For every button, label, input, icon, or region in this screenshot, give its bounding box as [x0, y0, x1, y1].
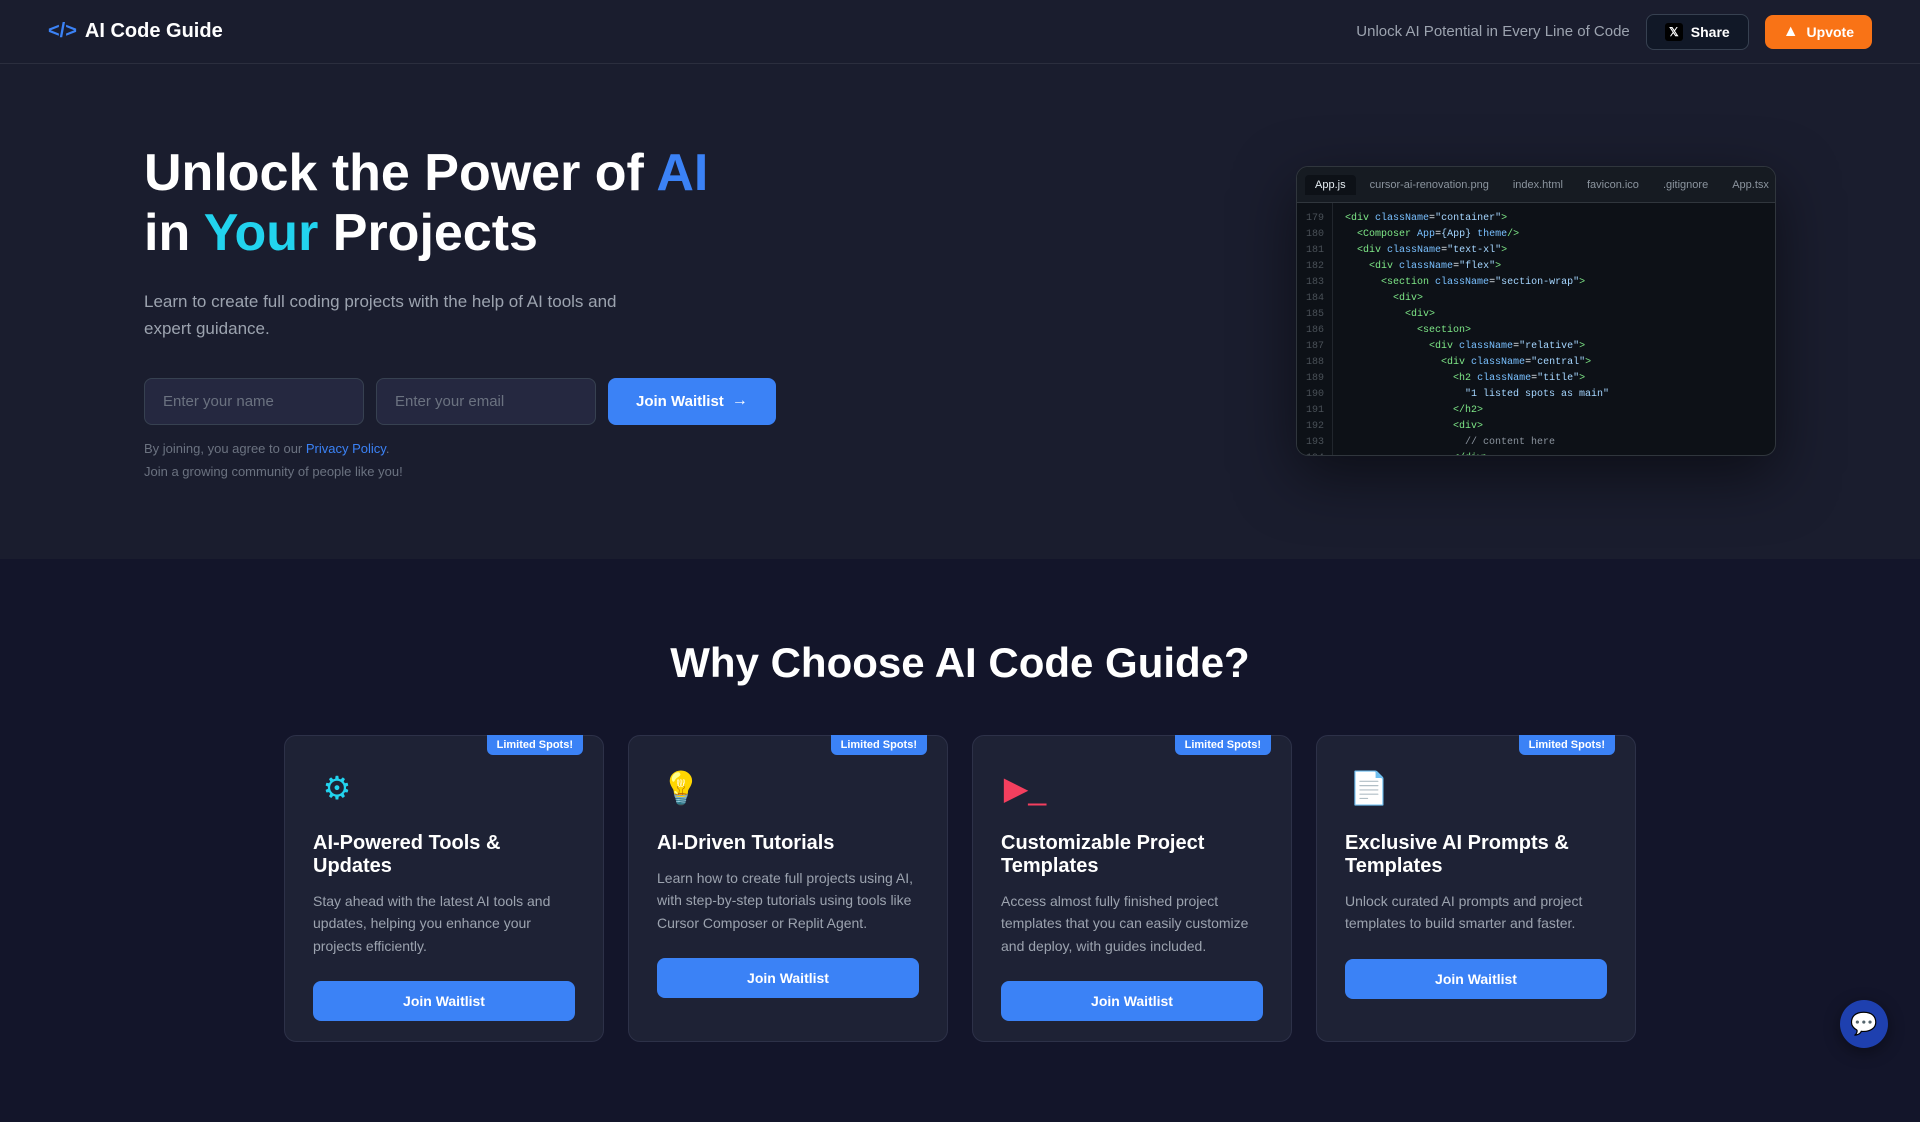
card-title-2: AI-Driven Tutorials: [657, 832, 919, 855]
logo-text: AI Code Guide: [85, 20, 223, 43]
hero-title-prefix: Unlock the Power of: [144, 144, 656, 202]
share-label: Share: [1691, 24, 1730, 40]
hero-left: Unlock the Power of AI in Your Projects …: [144, 144, 744, 479]
code-tab-favicon[interactable]: favicon.ico: [1577, 175, 1649, 195]
code-window: App.js cursor-ai-renovation.png index.ht…: [1296, 166, 1776, 456]
privacy-suffix: .: [386, 441, 390, 456]
hero-title-mid: in: [144, 204, 204, 262]
terminal-icon: ▶_: [1004, 769, 1046, 807]
x-icon: 𝕏: [1665, 23, 1683, 41]
hero-title-suffix: Projects: [318, 204, 538, 262]
card-badge-1: Limited Spots!: [487, 735, 583, 755]
hero-section: Unlock the Power of AI in Your Projects …: [0, 64, 1920, 559]
card-icon-bulb: 💡: [657, 764, 705, 812]
cards-grid: Limited Spots! ⚙ AI-Powered Tools & Upda…: [144, 735, 1776, 1042]
name-input[interactable]: [144, 378, 364, 425]
why-title: Why Choose AI Code Guide?: [144, 639, 1776, 687]
code-tab-cursor[interactable]: cursor-ai-renovation.png: [1360, 175, 1499, 195]
card-icon-terminal: ▶_: [1001, 764, 1049, 812]
card-join-button-2[interactable]: Join Waitlist: [657, 958, 919, 998]
card-title-4: Exclusive AI Prompts & Templates: [1345, 832, 1607, 878]
card-icon-doc: 📄: [1345, 764, 1393, 812]
chat-icon: 💬: [1850, 1011, 1877, 1037]
upvote-icon: ▲: [1783, 23, 1799, 41]
hero-form: Join Waitlist →: [144, 378, 744, 425]
privacy-link[interactable]: Privacy Policy: [306, 441, 386, 456]
hero-title: Unlock the Power of AI in Your Projects: [144, 144, 744, 264]
join-label: Join Waitlist: [636, 393, 724, 410]
header-right: Unlock AI Potential in Every Line of Cod…: [1356, 14, 1872, 50]
card-desc-2: Learn how to create full projects using …: [657, 867, 919, 934]
upvote-button[interactable]: ▲ Upvote: [1765, 15, 1872, 49]
hero-right: App.js cursor-ai-renovation.png index.ht…: [1296, 166, 1776, 456]
card-badge-2: Limited Spots!: [831, 735, 927, 755]
hero-highlight-your: Your: [204, 204, 319, 262]
card-tutorials: Limited Spots! 💡 AI-Driven Tutorials Lea…: [628, 735, 948, 1042]
why-section: Why Choose AI Code Guide? Limited Spots!…: [0, 559, 1920, 1122]
community-text: Join a growing community of people like …: [144, 464, 744, 479]
gear-icon: ⚙: [323, 769, 352, 807]
card-templates: Limited Spots! ▶_ Customizable Project T…: [972, 735, 1292, 1042]
card-desc-1: Stay ahead with the latest AI tools and …: [313, 890, 575, 957]
code-tab-gitignore[interactable]: .gitignore: [1653, 175, 1718, 195]
code-tab-apptsx[interactable]: App.tsx: [1722, 175, 1775, 195]
card-join-button-1[interactable]: Join Waitlist: [313, 981, 575, 1021]
join-waitlist-button[interactable]: Join Waitlist →: [608, 378, 776, 425]
card-desc-3: Access almost fully finished project tem…: [1001, 890, 1263, 957]
upvote-label: Upvote: [1807, 24, 1854, 40]
email-input[interactable]: [376, 378, 596, 425]
logo: </> AI Code Guide: [48, 20, 223, 43]
bulb-icon: 💡: [661, 769, 701, 807]
code-tab-appjs[interactable]: App.js: [1305, 175, 1356, 195]
code-tabs: App.js cursor-ai-renovation.png index.ht…: [1297, 167, 1775, 203]
card-badge-4: Limited Spots!: [1519, 735, 1615, 755]
privacy-prefix: By joining, you agree to our: [144, 441, 306, 456]
card-prompts: Limited Spots! 📄 Exclusive AI Prompts & …: [1316, 735, 1636, 1042]
header-tagline: Unlock AI Potential in Every Line of Cod…: [1356, 23, 1630, 40]
card-icon-gear: ⚙: [313, 764, 361, 812]
card-title-3: Customizable Project Templates: [1001, 832, 1263, 878]
doc-icon: 📄: [1349, 769, 1389, 807]
logo-bracket: </>: [48, 20, 77, 43]
card-badge-3: Limited Spots!: [1175, 735, 1271, 755]
share-button[interactable]: 𝕏 Share: [1646, 14, 1749, 50]
card-desc-4: Unlock curated AI prompts and project te…: [1345, 890, 1607, 935]
card-join-button-4[interactable]: Join Waitlist: [1345, 959, 1607, 999]
header: </> AI Code Guide Unlock AI Potential in…: [0, 0, 1920, 64]
arrow-icon: →: [732, 392, 748, 410]
privacy-text: By joining, you agree to our Privacy Pol…: [144, 441, 744, 456]
code-body: 179180181182183 184185186187188 18919019…: [1297, 203, 1775, 455]
line-numbers: 179180181182183 184185186187188 18919019…: [1297, 203, 1333, 455]
code-content: <div className="container"> <Composer Ap…: [1333, 203, 1775, 455]
card-ai-tools: Limited Spots! ⚙ AI-Powered Tools & Upda…: [284, 735, 604, 1042]
card-join-button-3[interactable]: Join Waitlist: [1001, 981, 1263, 1021]
chat-widget[interactable]: 💬: [1840, 1000, 1888, 1048]
hero-highlight-ai: AI: [656, 144, 708, 202]
hero-subtitle: Learn to create full coding projects wit…: [144, 288, 624, 342]
code-tab-index[interactable]: index.html: [1503, 175, 1573, 195]
card-title-1: AI-Powered Tools & Updates: [313, 832, 575, 878]
